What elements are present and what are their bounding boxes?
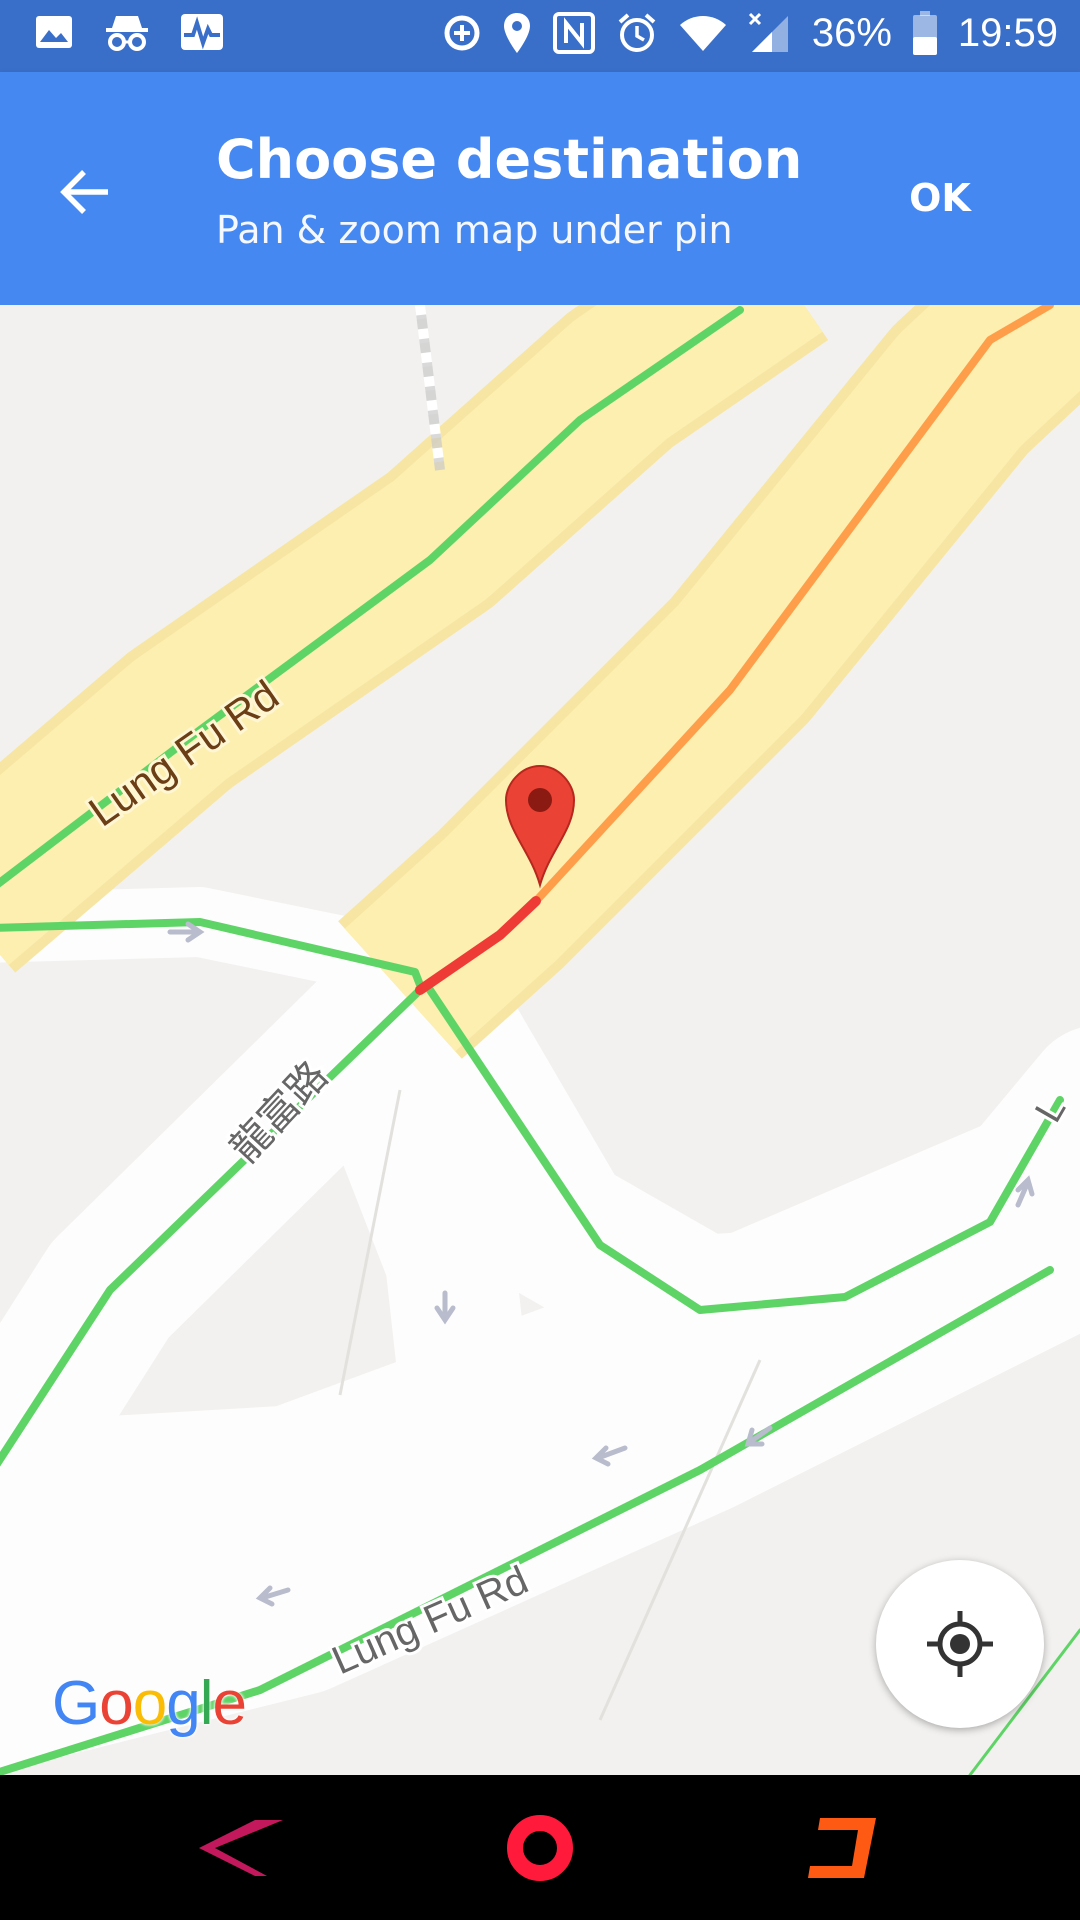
app-bar: Choose destination Pan & zoom map under …	[0, 72, 1080, 305]
alarm-icon	[616, 12, 658, 54]
data-saver-icon	[442, 13, 482, 53]
logo-letter: e	[212, 1669, 246, 1738]
ok-button[interactable]: OK	[880, 160, 1000, 236]
map-view[interactable]: Lung Fu Rd 龍富路 Lung Fu Rd L	[0, 305, 1080, 1775]
incognito-icon	[104, 12, 150, 52]
nav-home-icon	[507, 1815, 573, 1881]
nfc-icon	[552, 11, 596, 55]
my-location-button[interactable]	[876, 1560, 1044, 1728]
arrow-back-icon	[60, 170, 108, 214]
navigation-bar	[0, 1775, 1080, 1920]
logo-letter: o	[99, 1669, 133, 1738]
battery-icon	[912, 10, 938, 56]
clock: 19:59	[957, 10, 1058, 55]
google-logo: Google	[52, 1668, 247, 1739]
nav-home-button[interactable]	[490, 1803, 590, 1893]
page-subtitle: Pan & zoom map under pin	[216, 208, 733, 252]
gallery-icon	[34, 14, 74, 50]
wifi-icon	[678, 13, 728, 53]
status-bar: 36% 19:59	[0, 0, 1080, 72]
crosshair-icon	[927, 1611, 993, 1677]
logo-letter: l	[199, 1669, 214, 1738]
nav-back-button[interactable]	[190, 1803, 290, 1893]
pulse-app-icon	[180, 13, 224, 51]
nav-recents-icon	[808, 1818, 876, 1878]
cellular-signal-icon	[748, 12, 792, 54]
back-button[interactable]	[44, 152, 124, 232]
location-icon	[502, 11, 532, 55]
logo-letter: g	[166, 1669, 200, 1738]
logo-letter: G	[52, 1669, 100, 1738]
battery-percent: 36%	[811, 10, 892, 55]
nav-recents-button[interactable]	[790, 1803, 890, 1893]
logo-letter: o	[132, 1669, 167, 1738]
page-title: Choose destination	[216, 128, 803, 191]
nav-back-icon	[199, 1820, 283, 1876]
